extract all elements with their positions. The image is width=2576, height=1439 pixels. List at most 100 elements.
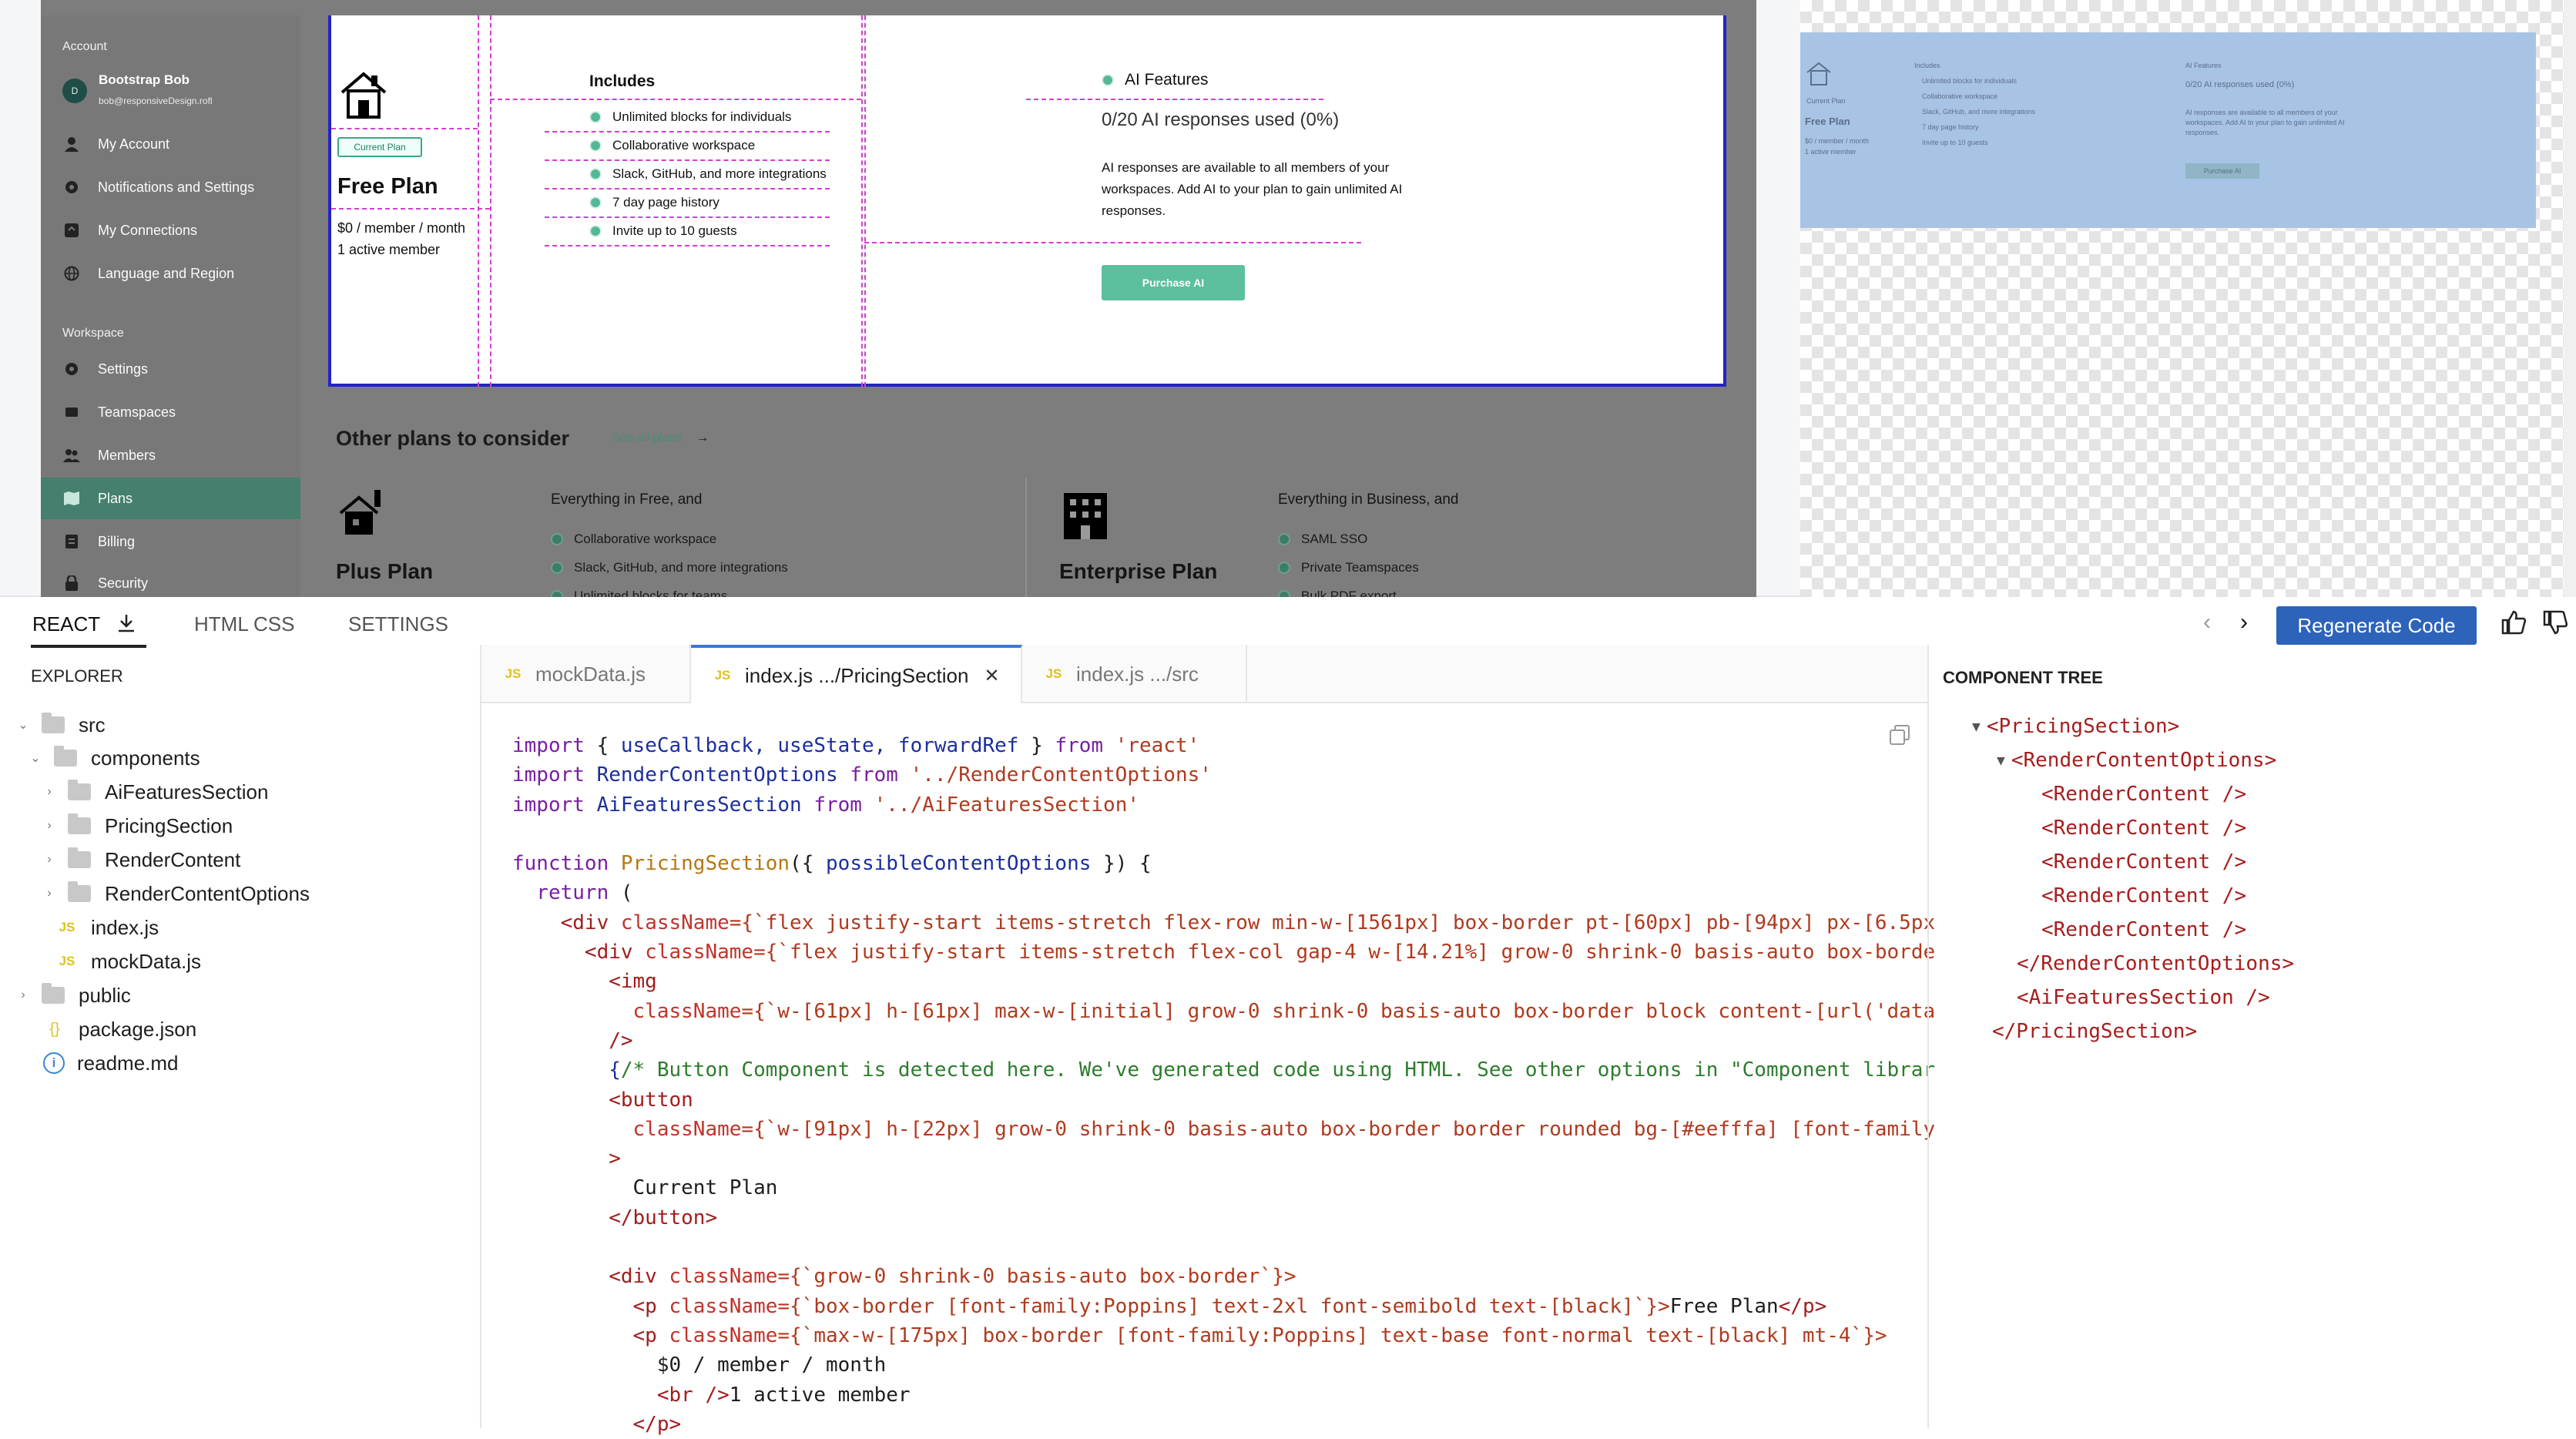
sidebar-item-label: My Connections <box>98 222 198 238</box>
tree-folder-src[interactable]: ⌄ src <box>17 709 106 740</box>
thumbnail-scrollbar[interactable] <box>2564 0 2576 597</box>
current-plan-card[interactable]: Current Plan Free Plan $0 / member / mon… <box>328 15 1726 387</box>
tree-folder-aifeaturessection[interactable]: › AiFeaturesSection <box>43 777 268 807</box>
person-icon <box>62 135 81 153</box>
app-sidebar: Account D Bootstrap Bob bob@responsiveDe… <box>41 15 300 597</box>
thumb-feature: Invite up to 10 guests <box>1922 139 1988 146</box>
sidebar-item-label: Security <box>98 575 149 591</box>
house-icon <box>1805 60 1833 92</box>
folder-icon <box>68 780 91 800</box>
code-editor[interactable]: JS mockData.js JS index.js .../PricingSect… <box>481 645 1935 1436</box>
editor-tab-mockdata[interactable]: JS mockData.js <box>481 645 691 703</box>
plan-divider <box>1025 478 1027 597</box>
component-thumbnail[interactable]: Current Plan Free Plan $0 / member / mon… <box>1800 32 2536 228</box>
check-dot-icon <box>589 196 602 209</box>
tree-node-rendercontent[interactable]: <RenderContent /> <box>2041 847 2246 877</box>
chevron-down-icon: ⌄ <box>30 752 41 765</box>
user-name: Bootstrap Bob <box>99 72 190 87</box>
tree-node-pricingsection-close[interactable]: </PricingSection> <box>1992 1016 2197 1047</box>
folder-icon <box>54 746 77 766</box>
workspace-section-label: Workspace <box>62 327 124 340</box>
purchase-ai-button[interactable]: Purchase AI <box>1102 265 1245 300</box>
includes-heading: Includes <box>589 72 656 90</box>
sidebar-item-plans[interactable]: Plans <box>41 478 300 519</box>
folder-icon <box>42 713 65 733</box>
tree-node-rendercontent[interactable]: <RenderContent /> <box>2041 779 2246 810</box>
tree-folder-public[interactable]: › public <box>17 980 131 1011</box>
caret-down-icon: ▼ <box>1972 718 1981 735</box>
tree-folder-pricingsection[interactable]: › PricingSection <box>43 810 233 841</box>
editor-tab-src-index[interactable]: JS index.js .../src <box>1022 645 1247 703</box>
layout-guide <box>545 188 830 190</box>
gear-icon <box>62 178 81 196</box>
feature-item: Slack, GitHub, and more integrations <box>589 166 827 182</box>
user-email: bob@responsiveDesign.rofl <box>99 96 213 106</box>
tree-file-package-json[interactable]: {} package.json <box>43 1014 196 1045</box>
tree-folder-components[interactable]: ⌄ components <box>29 743 200 773</box>
sidebar-item-security[interactable]: Security <box>41 562 300 597</box>
chevron-right-icon[interactable]: › <box>2240 609 2248 636</box>
check-dot-icon <box>1278 533 1290 545</box>
sidebar-item-label: Plans <box>98 490 133 506</box>
regenerate-code-button[interactable]: Regenerate Code <box>2276 606 2477 645</box>
see-all-plans-link[interactable]: See all plans → <box>612 431 709 445</box>
preview-pane: Account D Bootstrap Bob bob@responsiveDe… <box>0 0 2576 597</box>
thumb-plan-price: $0 / member / month <box>1805 137 1870 145</box>
check-dot-icon <box>551 533 563 545</box>
tree-folder-rendercontent[interactable]: › RenderContent <box>43 844 240 875</box>
plus-plan-house-icon <box>336 487 390 545</box>
explorer-title: EXPLORER <box>31 666 123 686</box>
sidebar-item-label: Settings <box>98 361 149 377</box>
tree-node-rendercontentoptions[interactable]: ▼ <RenderContentOptions> <box>1997 745 2276 776</box>
thumbs-down-icon[interactable] <box>2542 609 2568 639</box>
feature-item: Private Teamspaces <box>1278 560 1419 575</box>
sidebar-item-settings[interactable]: Settings <box>41 348 300 390</box>
check-dot-icon <box>589 225 602 237</box>
thumbs-up-icon[interactable] <box>2501 609 2527 639</box>
current-plan-button[interactable]: Current Plan <box>337 137 422 157</box>
tree-file-readme[interactable]: i readme.md <box>43 1048 179 1078</box>
tab-settings[interactable]: SETTINGS <box>348 612 448 636</box>
sidebar-item-teamspaces[interactable]: Teamspaces <box>41 391 300 433</box>
check-dot-icon <box>551 590 563 597</box>
layout-guide <box>545 216 830 218</box>
tab-html-css[interactable]: HTML CSS <box>194 612 295 636</box>
layout-guide <box>545 131 830 132</box>
tree-node-rendercontentoptions-close[interactable]: </RenderContentOptions> <box>2017 948 2294 979</box>
arrow-right-icon: → <box>696 431 709 444</box>
check-dot-icon <box>589 111 602 123</box>
editor-tab-pricingsection[interactable]: JS index.js .../PricingSection ✕ <box>691 645 1022 703</box>
layout-guide <box>864 242 1361 243</box>
tree-file-index-js[interactable]: JS index.js <box>55 912 159 943</box>
thumb-feature: Slack, GitHub, and more integrations <box>1922 108 2036 116</box>
tree-node-aifeaturessection[interactable]: <AiFeaturesSection /> <box>2017 982 2270 1013</box>
tree-folder-rendercontentoptions[interactable]: › RenderContentOptions <box>43 878 310 909</box>
tree-node-rendercontent[interactable]: <RenderContent /> <box>2041 914 2246 945</box>
plan-members: 1 active member <box>337 242 441 257</box>
layout-guide <box>478 15 479 387</box>
code-content[interactable]: import { useCallback, useState, forwardR… <box>512 731 1935 1439</box>
tree-file-mockdata-js[interactable]: JS mockData.js <box>55 946 201 977</box>
chevron-left-icon[interactable]: ‹ <box>2203 609 2211 636</box>
sidebar-item-connections[interactable]: My Connections <box>41 210 300 251</box>
sidebar-item-language[interactable]: Language and Region <box>41 253 300 294</box>
globe-icon <box>62 264 81 283</box>
tree-node-rendercontent[interactable]: <RenderContent /> <box>2041 813 2246 844</box>
sidebar-item-label: My Account <box>98 136 170 152</box>
tab-react[interactable]: REACT <box>32 612 136 639</box>
sidebar-item-notifications[interactable]: Notifications and Settings <box>41 166 300 208</box>
js-file-icon: JS <box>59 954 75 968</box>
sidebar-item-members[interactable]: Members <box>41 434 300 476</box>
tree-node-rendercontent[interactable]: <RenderContent /> <box>2041 881 2246 911</box>
editor-tabs: JS mockData.js JS index.js .../PricingSect… <box>481 645 1927 703</box>
close-icon[interactable]: ✕ <box>984 665 999 687</box>
folder-icon <box>68 881 91 902</box>
layout-guide <box>864 15 866 387</box>
tree-node-pricingsection[interactable]: ▼ <PricingSection> <box>1972 711 2179 742</box>
sidebar-item-my-account[interactable]: My Account <box>41 123 300 165</box>
enterprise-building-icon <box>1059 485 1113 545</box>
members-icon <box>62 446 81 465</box>
lock-icon <box>62 574 81 592</box>
chevron-right-icon: › <box>21 988 25 1001</box>
sidebar-item-billing[interactable]: Billing <box>41 521 300 562</box>
